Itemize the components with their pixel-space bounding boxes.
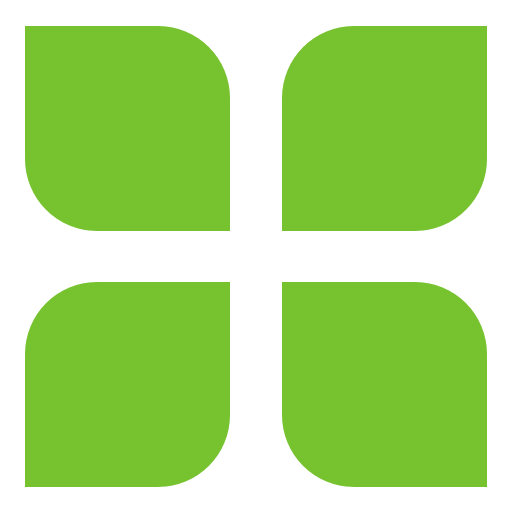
canvas	[0, 0, 512, 512]
leaf-bottom-right-icon	[282, 282, 487, 487]
leaf-bottom-left-icon	[25, 282, 230, 487]
leaf-top-left-icon	[25, 26, 230, 231]
leaf-top-right-icon	[282, 26, 487, 231]
four-leaf-logo-icon	[0, 0, 512, 512]
